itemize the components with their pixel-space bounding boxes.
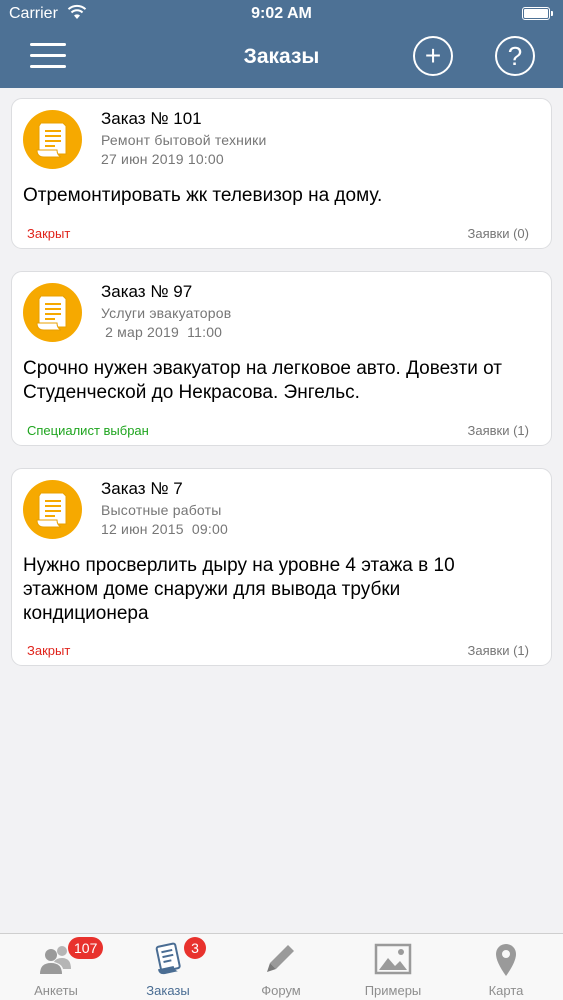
tab-map[interactable]: Карта xyxy=(450,934,562,1000)
tab-label: Форум xyxy=(261,983,301,998)
clock: 9:02 AM xyxy=(251,5,312,22)
order-status: Специалист выбран xyxy=(27,423,149,438)
order-description: Отремонтировать жк телевизор на дому. xyxy=(23,185,383,206)
order-number: Заказ № 97 xyxy=(101,282,193,301)
tab-examples[interactable]: Примеры xyxy=(337,934,449,1000)
tab-label: Заказы xyxy=(146,983,190,998)
order-card[interactable]: Заказ № 101 Ремонт бытовой техники 27 ию… xyxy=(11,98,552,249)
header: Carrier 9:02 AM Заказы + ? xyxy=(0,0,563,88)
order-category: Высотные работы xyxy=(101,502,222,518)
plus-icon: + xyxy=(424,40,442,71)
order-requests[interactable]: Заявки (0) xyxy=(468,226,529,241)
tab-bar: 107 Анкеты 3 Заказы Форум Примеры Карта xyxy=(0,933,563,1000)
tab-profiles[interactable]: 107 Анкеты xyxy=(0,934,112,1000)
tab-label: Карта xyxy=(488,983,524,998)
orders-badge: 3 xyxy=(184,937,206,959)
tab-orders[interactable]: 3 Заказы xyxy=(112,934,224,1000)
image-icon xyxy=(374,943,412,975)
order-status: Закрыт xyxy=(27,226,71,241)
help-button[interactable]: ? xyxy=(495,36,535,76)
battery-icon xyxy=(522,7,553,20)
nav-bar: Заказы + ? xyxy=(0,30,563,88)
order-description: Срочно нужен эвакуатор на легковое авто.… xyxy=(23,358,502,403)
order-card[interactable]: Заказ № 97 Услуги эвакуаторов 2 мар 2019… xyxy=(11,271,552,446)
order-number: Заказ № 7 xyxy=(101,479,183,498)
order-date: 2 мар 2019 11:00 xyxy=(101,324,223,340)
profiles-badge: 107 xyxy=(68,937,104,959)
order-number: Заказ № 101 xyxy=(101,109,202,128)
orders-icon xyxy=(155,942,181,975)
order-category: Ремонт бытовой техники xyxy=(101,132,267,148)
tab-label: Анкеты xyxy=(34,983,78,998)
order-document-icon xyxy=(23,110,82,169)
order-category: Услуги эвакуаторов xyxy=(101,305,232,321)
order-date: 27 июн 2019 10:00 xyxy=(101,151,224,167)
question-icon: ? xyxy=(507,41,523,71)
tab-label: Примеры xyxy=(364,983,422,998)
map-pin-icon xyxy=(496,944,516,976)
order-card[interactable]: Заказ № 7 Высотные работы 12 июн 2015 09… xyxy=(11,468,552,666)
order-document-icon xyxy=(23,283,82,342)
order-description: Нужно просверлить дыру на уровне 4 этажа… xyxy=(23,555,455,624)
order-status: Закрыт xyxy=(27,643,71,658)
tab-forum[interactable]: Форум xyxy=(225,934,337,1000)
order-requests[interactable]: Заявки (1) xyxy=(468,643,529,658)
page-title: Заказы xyxy=(243,45,320,68)
status-bar: Carrier 9:02 AM xyxy=(0,0,563,30)
order-document-icon xyxy=(23,480,82,539)
add-order-button[interactable]: + xyxy=(413,36,453,76)
pencil-icon xyxy=(267,945,294,972)
order-date: 12 июн 2015 09:00 xyxy=(101,521,228,537)
order-requests[interactable]: Заявки (1) xyxy=(468,423,529,438)
